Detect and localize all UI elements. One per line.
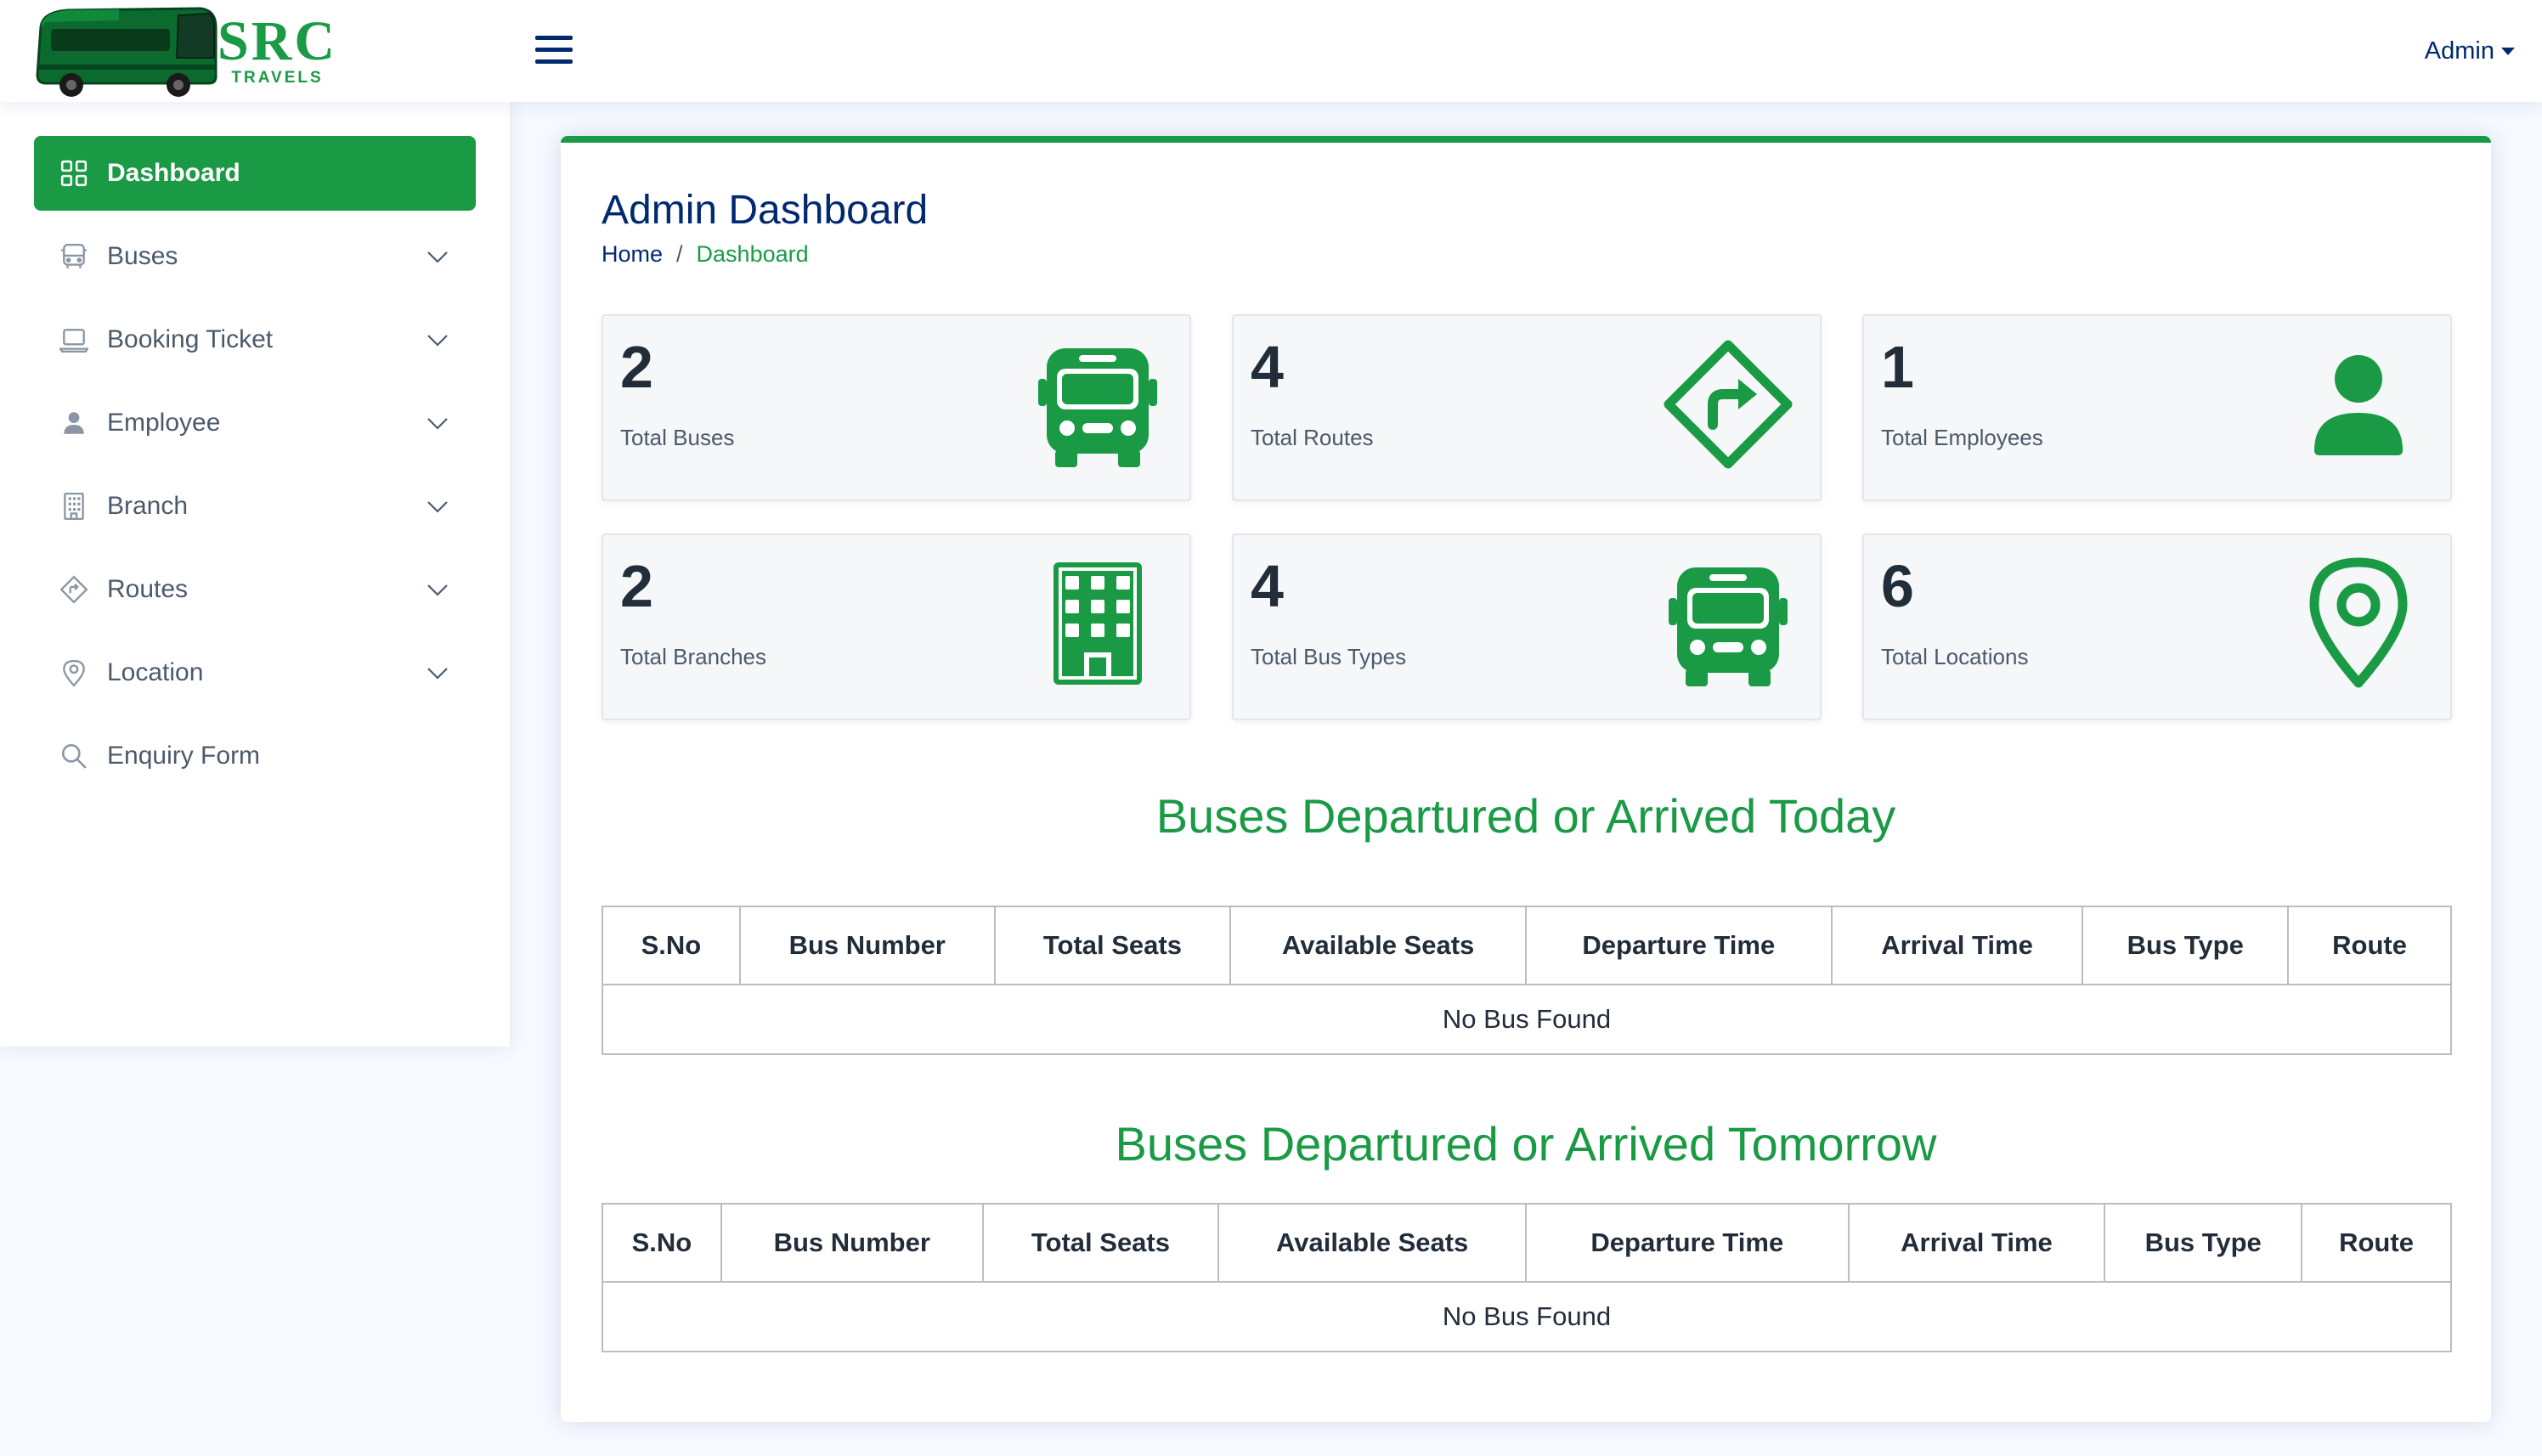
today-heading: Buses Departured or Arrived Today	[1155, 789, 1896, 843]
sidebar-item-label: Dashboard	[107, 159, 240, 187]
column-header-sno: S.No	[602, 1203, 722, 1283]
grid-icon	[60, 160, 88, 187]
sidebar-item-label: Location	[107, 658, 204, 686]
tomorrow-buses-table: S.No Bus Number Total Seats Available Se…	[602, 1203, 2452, 1352]
stat-label: Total Employees	[1881, 425, 2043, 450]
column-header-bus-type: Bus Type	[2082, 906, 2290, 985]
empty-table-message: No Bus Found	[602, 1281, 2452, 1352]
geo-pin-icon	[63, 660, 85, 687]
stat-count: 2	[620, 553, 653, 619]
user-name: Admin	[2424, 37, 2494, 65]
sidebar-item-label: Routes	[107, 575, 189, 603]
breadcrumb-separator: /	[676, 241, 683, 267]
column-header-arrival-time: Arrival Time	[1847, 1203, 2106, 1283]
column-header-bus-number: Bus Number	[738, 906, 996, 985]
column-header-total-seats: Total Seats	[981, 1203, 1220, 1283]
person-fill-icon	[2314, 355, 2403, 455]
user-dropdown[interactable]: Admin	[2425, 32, 2515, 70]
chevron-down-icon	[427, 501, 448, 513]
today-buses-table: S.No Bus Number Total Seats Available Se…	[602, 906, 2452, 1055]
sidebar-item-label: Buses	[107, 242, 178, 270]
stat-card-total-locations[interactable]: 6 Total Locations	[1862, 533, 2452, 720]
sidebar-item-label: Booking Ticket	[107, 325, 274, 353]
sidebar-item-label: Enquiry Form	[107, 742, 261, 770]
bus-front-icon	[1038, 348, 1157, 467]
table-row: No Bus Found	[602, 984, 2452, 1055]
caret-down-icon	[2501, 47, 2515, 55]
menu-toggle-icon[interactable]	[534, 32, 574, 68]
sidebar-item-label: Employee	[107, 409, 221, 437]
table-header-row: S.No Bus Number Total Seats Available Se…	[602, 1203, 2452, 1283]
sign-turn-right-icon	[1664, 340, 1793, 469]
column-header-departure-time: Departure Time	[1524, 1203, 1850, 1283]
stat-label: Total Branches	[620, 644, 766, 669]
column-header-available-seats: Available Seats	[1217, 1203, 1527, 1283]
stat-count: 6	[1881, 553, 1914, 619]
column-header-total-seats: Total Seats	[993, 906, 1232, 985]
stat-card-total-bus-types[interactable]: 4 Total Bus Types	[1232, 533, 1822, 720]
top-header: SRC TRAVELS Admin	[0, 0, 2542, 102]
page-title: Admin Dashboard	[602, 188, 929, 233]
laptop-icon	[59, 329, 88, 353]
stat-card-total-branches[interactable]: 2 Total Branches	[602, 533, 1191, 720]
sidebar-item-label: Branch	[107, 492, 189, 520]
stat-card-total-employees[interactable]: 1 Total Employees	[1862, 314, 2452, 501]
sidebar-item-location[interactable]: Location	[34, 635, 476, 710]
search-icon	[61, 743, 87, 769]
bus-logo-icon	[36, 7, 217, 97]
person-icon	[64, 412, 84, 434]
column-header-sno: S.No	[602, 906, 741, 985]
stat-label: Total Buses	[620, 425, 735, 450]
stat-label: Total Routes	[1251, 425, 1374, 450]
building-icon	[64, 492, 84, 521]
building-fill-icon	[1054, 562, 1142, 685]
sidebar-item-enquiry-form[interactable]: Enquiry Form	[34, 719, 476, 793]
stat-count: 2	[620, 334, 653, 400]
bus-icon	[61, 244, 87, 268]
chevron-down-icon	[427, 668, 448, 680]
brand-logo[interactable]: SRC TRAVELS	[34, 3, 357, 99]
stat-card-total-routes[interactable]: 4 Total Routes	[1232, 314, 1822, 501]
stat-label: Total Locations	[1881, 644, 2029, 669]
empty-table-message: No Bus Found	[602, 984, 2452, 1055]
chevron-down-icon	[427, 251, 448, 263]
geo-alt-icon	[2309, 557, 2408, 688]
sidebar-item-buses[interactable]: Buses	[34, 219, 476, 294]
chevron-down-icon	[427, 335, 448, 347]
breadcrumb: Home / Dashboard	[602, 241, 809, 268]
sidebar-item-booking-ticket[interactable]: Booking Ticket	[34, 302, 476, 377]
column-header-bus-number: Bus Number	[720, 1203, 984, 1283]
tomorrow-heading: Buses Departured or Arrived Tomorrow	[1115, 1117, 1937, 1171]
stat-count: 1	[1881, 334, 1914, 400]
brand-wordmark: SRC TRAVELS	[217, 14, 337, 87]
breadcrumb-current: Dashboard	[696, 241, 809, 267]
sidebar-item-routes[interactable]: Routes	[34, 552, 476, 627]
dashboard-card: Admin Dashboard Home / Dashboard 2 Total…	[561, 136, 2491, 1422]
stat-label: Total Bus Types	[1251, 644, 1407, 669]
sidebar: Dashboard Buses Booking Ticket Employee	[0, 102, 510, 1047]
column-header-available-seats: Available Seats	[1229, 906, 1527, 985]
stat-count: 4	[1251, 553, 1284, 619]
column-header-route: Route	[2301, 1203, 2452, 1283]
stat-card-total-buses[interactable]: 2 Total Buses	[602, 314, 1191, 501]
sign-turn-icon	[59, 575, 88, 604]
column-header-arrival-time: Arrival Time	[1830, 906, 2084, 985]
chevron-down-icon	[427, 418, 448, 430]
stat-count: 4	[1251, 334, 1284, 400]
column-header-departure-time: Departure Time	[1524, 906, 1833, 985]
table-header-row: S.No Bus Number Total Seats Available Se…	[602, 906, 2452, 985]
sidebar-item-employee[interactable]: Employee	[34, 386, 476, 460]
bus-front-icon	[1669, 567, 1788, 686]
brand-name: SRC	[217, 10, 338, 72]
column-header-bus-type: Bus Type	[2104, 1203, 2303, 1283]
breadcrumb-home-link[interactable]: Home	[602, 241, 663, 268]
table-row: No Bus Found	[602, 1281, 2452, 1352]
brand-tagline: TRAVELS	[231, 69, 324, 87]
sidebar-item-dashboard[interactable]: Dashboard	[34, 136, 476, 211]
column-header-route: Route	[2287, 906, 2452, 985]
sidebar-item-branch[interactable]: Branch	[34, 469, 476, 544]
chevron-down-icon	[427, 584, 448, 596]
